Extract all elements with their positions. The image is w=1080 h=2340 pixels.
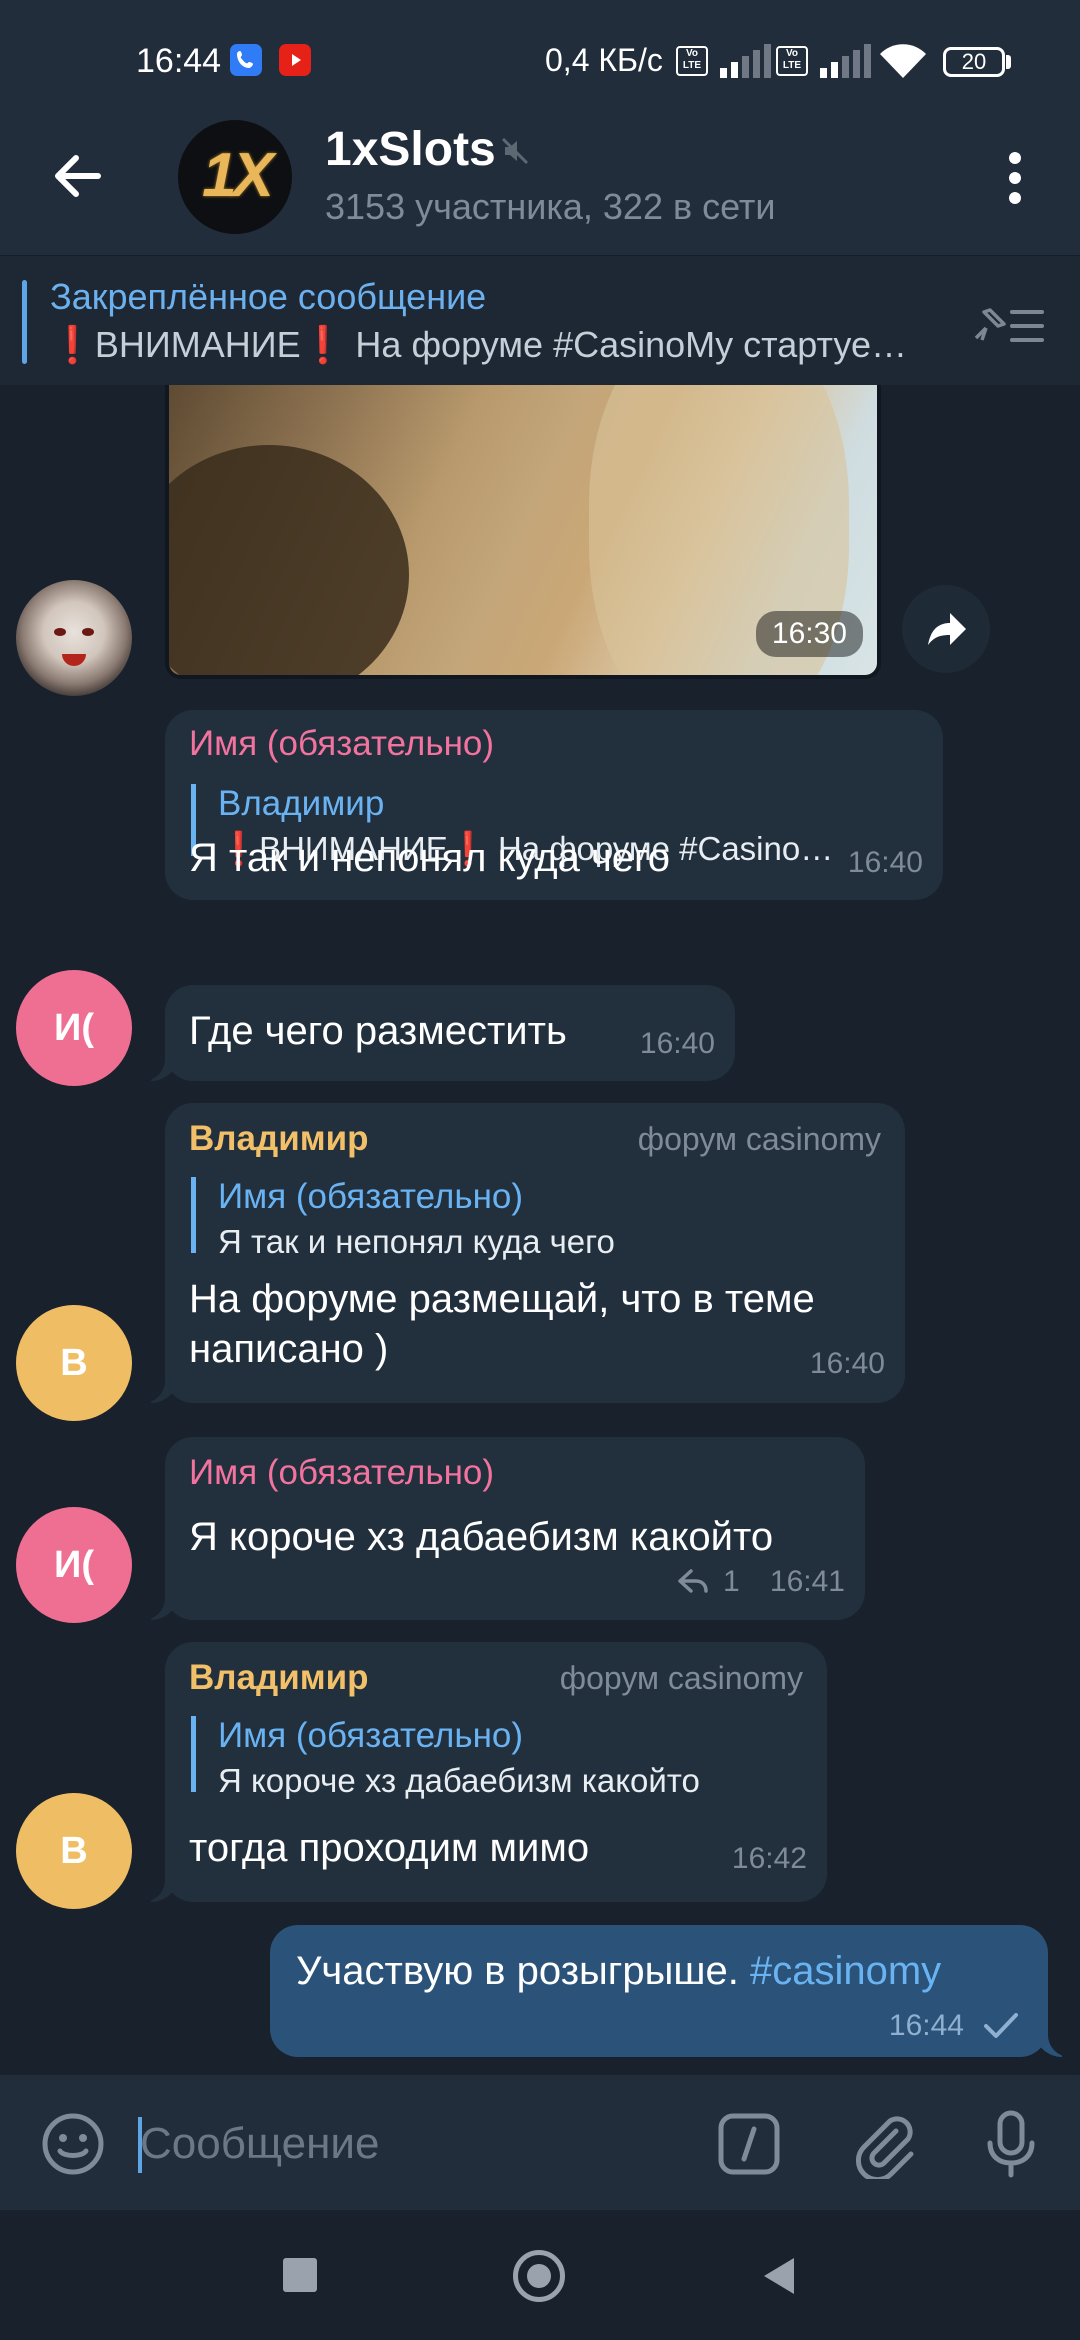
signal-icon [720,44,772,78]
hashtag-link[interactable]: #casinomy [750,1949,941,1993]
home-dot [527,2264,551,2288]
recent-apps-button[interactable] [283,2258,317,2292]
media-message[interactable]: 16:30 [165,385,881,679]
message-time: 16:40 [847,846,923,879]
message-bubble[interactable]: Владимир форум casinomy Имя (обязательно… [137,1642,827,1902]
reply-name: Имя (обязательно) [218,1177,524,1216]
pinned-list-icon[interactable] [968,298,1048,354]
system-back-icon[interactable] [758,2254,798,2298]
volte-icon: Vo LTE [776,46,808,76]
reply-name: Владимир [218,784,385,823]
muted-icon [501,137,529,165]
text-cursor [138,2117,142,2173]
message-text-body: Участвую в розыгрыше. [296,1949,739,1993]
more-menu-icon[interactable] [990,148,1040,208]
message-text: Я так и непонял куда чего [189,836,670,880]
message-time: 16:30 [755,611,863,657]
reply-quote[interactable]: Имя (обязательно) Я так и непонял куда ч… [191,1177,615,1260]
members-count: 3153 участника, 322 в сети [325,186,776,227]
avatar-mouth [62,654,86,666]
volte-icon: Vo LTE [676,46,708,76]
share-arrow-icon [928,613,966,645]
youtube-icon [279,44,311,76]
message-text-line: На форуме размещай, что в теме [189,1277,815,1321]
battery-icon: 20 [943,47,1005,77]
message-text: Участвую в розыгрыше. #casinomy [296,1945,941,1997]
media-shape [169,445,409,675]
outgoing-message-bubble[interactable]: Участвую в розыгрыше. #casinomy 16:44 [270,1925,1076,2057]
status-bar: 16:44 0,4 КБ/с Vo LTE Vo LTE 20 [0,0,1080,100]
attach-icon[interactable] [850,2109,916,2179]
message-text: тогда проходим мимо [189,1826,590,1870]
message-time: 16:40 [809,1347,885,1380]
reply-name: Имя (обязательно) [218,1716,524,1755]
message-list[interactable]: 16:30 Имя (обязательно) Владимир ❗ВНИМАН… [0,385,1080,2075]
pinned-message-bar[interactable]: Закреплённое сообщение ❗ВНИМАНИЕ❗ На фор… [0,255,1080,385]
reply-count-icon[interactable] [677,1567,711,1595]
pinned-title: Закреплённое сообщение [50,276,487,317]
avatar-eye [82,628,94,636]
user-avatar[interactable]: И( [16,970,132,1086]
wifi-icon [880,44,926,78]
network-speed: 0,4 КБ/с [545,42,663,78]
message-bubble[interactable]: Имя (обязательно) Владимир ❗ВНИМАНИЕ❗ На… [165,710,943,900]
sender-name[interactable]: Владимир [189,1119,369,1159]
bot-commands-icon[interactable] [716,2111,782,2177]
battery-tip [1006,55,1011,69]
reply-text: Я короче хз дабаебизм какойто [218,1762,700,1799]
signal-icon [820,44,872,78]
message-time: 16:41 [769,1565,845,1598]
home-button[interactable] [513,2250,565,2302]
channel-logo-text: 1X [202,141,274,210]
user-avatar[interactable]: В [16,1793,132,1909]
admin-title: форум casinomy [559,1660,803,1696]
phone-call-icon [230,44,262,76]
sent-check-icon [984,2013,1018,2038]
message-time: 16:40 [639,1027,715,1060]
chat-header: 1X 1xSlots 3153 участника, 322 в сети [0,100,1080,255]
pinned-accent-bar [22,280,27,364]
message-text: Я короче хз дабаебизм какойто [189,1515,774,1559]
sender-name[interactable]: Владимир [189,1658,369,1698]
channel-title[interactable]: 1xSlots [325,122,496,177]
emoji-icon[interactable] [40,2111,106,2177]
admin-title: форум casinomy [637,1121,881,1157]
channel-avatar[interactable]: 1X [178,120,292,234]
message-bubble[interactable]: Где чего разместить 16:40 [137,985,735,1081]
sender-name[interactable]: Имя (обязательно) [189,1453,494,1493]
reply-text: Я так и непонял куда чего [218,1223,615,1260]
pinned-text: ❗ВНИМАНИЕ❗ На форуме #CasinoMy стартуе… [50,324,907,365]
user-avatar[interactable] [16,580,132,696]
user-avatar[interactable]: В [16,1305,132,1421]
microphone-icon[interactable] [978,2109,1044,2179]
message-bubble[interactable]: Имя (обязательно) Я короче хз дабаебизм … [137,1437,865,1620]
back-arrow-icon[interactable] [42,140,114,212]
message-text-line: написано ) [189,1327,389,1371]
avatar-eye [54,628,66,636]
message-time: 16:44 [888,2009,964,2042]
user-avatar[interactable]: И( [16,1507,132,1623]
message-bubble[interactable]: Владимир форум casinomy Имя (обязательно… [137,1103,905,1403]
message-input[interactable] [138,2105,702,2183]
message-text: Где чего разместить [189,1009,567,1053]
sender-name[interactable]: Имя (обязательно) [189,724,494,764]
status-time: 16:44 [136,42,222,80]
reply-quote[interactable]: Имя (обязательно) Я короче хз дабаебизм … [191,1716,700,1799]
system-nav-bar [0,2210,1080,2340]
reply-count: 1 [723,1565,740,1598]
message-composer [0,2075,1080,2210]
forward-button[interactable] [902,585,990,673]
message-time: 16:42 [731,1842,807,1875]
